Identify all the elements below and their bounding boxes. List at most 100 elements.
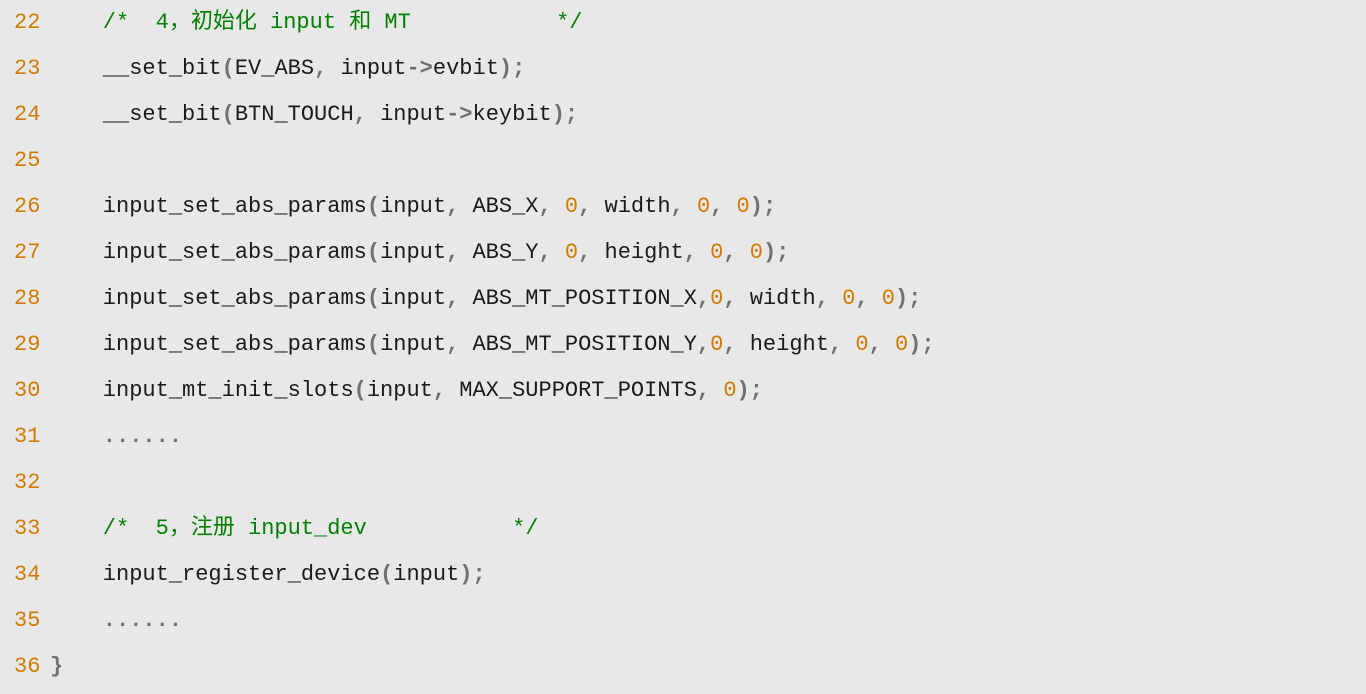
token: 0: [565, 194, 578, 219]
token: 0: [697, 194, 710, 219]
token: /* 4，初始化 input 和 MT */: [50, 10, 582, 35]
token: ,: [697, 286, 710, 311]
token: ,: [723, 332, 749, 357]
token: MAX_SUPPORT_POINTS: [459, 378, 697, 403]
code-content: input_register_device(input);: [50, 552, 486, 598]
token: [50, 148, 63, 173]
token: input_set_abs_params: [50, 194, 367, 219]
token: 0: [750, 240, 763, 265]
token: ,: [710, 194, 736, 219]
code-line: 36}: [0, 644, 1366, 690]
line-number: 32: [0, 460, 50, 506]
token: ,: [433, 378, 459, 403]
token: (: [367, 332, 380, 357]
token: ,: [723, 240, 749, 265]
line-number: 25: [0, 138, 50, 184]
token: input_mt_init_slots: [50, 378, 354, 403]
token: ,: [539, 194, 565, 219]
token: 0: [710, 286, 723, 311]
token: 0: [737, 194, 750, 219]
token: input: [380, 286, 446, 311]
token: ,: [671, 194, 697, 219]
token: [50, 470, 63, 495]
token: height: [750, 332, 829, 357]
token: ,: [829, 332, 855, 357]
token: __set_bit: [50, 56, 222, 81]
code-line: 26 input_set_abs_params(input, ABS_X, 0,…: [0, 184, 1366, 230]
token: (: [380, 562, 393, 587]
token: 0: [565, 240, 578, 265]
code-content: ......: [50, 414, 182, 460]
code-content: input_set_abs_params(input, ABS_MT_POSIT…: [50, 276, 921, 322]
token: ,: [314, 56, 340, 81]
code-content: }: [50, 644, 63, 690]
token: __set_bit: [50, 102, 222, 127]
token: );: [908, 332, 934, 357]
token: ABS_MT_POSITION_Y: [472, 332, 696, 357]
token: keybit: [473, 102, 552, 127]
token: ,: [446, 286, 472, 311]
line-number: 22: [0, 0, 50, 46]
code-line: 23 __set_bit(EV_ABS, input->evbit);: [0, 46, 1366, 92]
token: ,: [697, 378, 723, 403]
line-number: 24: [0, 92, 50, 138]
token: input: [340, 56, 406, 81]
token: );: [459, 562, 485, 587]
code-line: 25: [0, 138, 1366, 184]
token: );: [763, 240, 789, 265]
line-number: 33: [0, 506, 50, 552]
token: 0: [710, 240, 723, 265]
token: ->: [406, 56, 432, 81]
token: }: [50, 654, 63, 679]
token: input: [380, 332, 446, 357]
token: ,: [539, 240, 565, 265]
token: ,: [723, 286, 749, 311]
token: (: [367, 240, 380, 265]
code-line: 27 input_set_abs_params(input, ABS_Y, 0,…: [0, 230, 1366, 276]
line-number: 36: [0, 644, 50, 690]
token: ,: [578, 240, 604, 265]
token: ,: [354, 102, 380, 127]
code-line: 32: [0, 460, 1366, 506]
token: input_set_abs_params: [50, 240, 367, 265]
token: ,: [855, 286, 881, 311]
code-line: 29 input_set_abs_params(input, ABS_MT_PO…: [0, 322, 1366, 368]
line-number: 28: [0, 276, 50, 322]
code-line: 35 ......: [0, 598, 1366, 644]
token: input_register_device: [50, 562, 380, 587]
line-number: 23: [0, 46, 50, 92]
token: );: [895, 286, 921, 311]
token: EV_ABS: [235, 56, 314, 81]
token: 0: [882, 286, 895, 311]
code-content: __set_bit(BTN_TOUCH, input->keybit);: [50, 92, 578, 138]
line-number: 27: [0, 230, 50, 276]
token: ABS_MT_POSITION_X: [472, 286, 696, 311]
token: ......: [50, 608, 182, 633]
token: ABS_Y: [472, 240, 538, 265]
token: );: [750, 194, 776, 219]
token: 0: [723, 378, 736, 403]
token: input: [380, 240, 446, 265]
token: 0: [855, 332, 868, 357]
code-block: 22 /* 4，初始化 input 和 MT */23 __set_bit(EV…: [0, 0, 1366, 690]
code-line: 34 input_register_device(input);: [0, 552, 1366, 598]
token: input: [393, 562, 459, 587]
token: ,: [684, 240, 710, 265]
code-line: 33 /* 5，注册 input_dev */: [0, 506, 1366, 552]
code-content: /* 5，注册 input_dev */: [50, 506, 538, 552]
token: input_set_abs_params: [50, 286, 367, 311]
line-number: 29: [0, 322, 50, 368]
token: (: [222, 56, 235, 81]
token: width: [605, 194, 671, 219]
token: evbit: [433, 56, 499, 81]
token: ABS_X: [472, 194, 538, 219]
token: 0: [842, 286, 855, 311]
code-line: 31 ......: [0, 414, 1366, 460]
line-number: 31: [0, 414, 50, 460]
token: 0: [895, 332, 908, 357]
token: ......: [50, 424, 182, 449]
token: );: [552, 102, 578, 127]
token: input: [380, 102, 446, 127]
token: width: [750, 286, 816, 311]
code-line: 28 input_set_abs_params(input, ABS_MT_PO…: [0, 276, 1366, 322]
